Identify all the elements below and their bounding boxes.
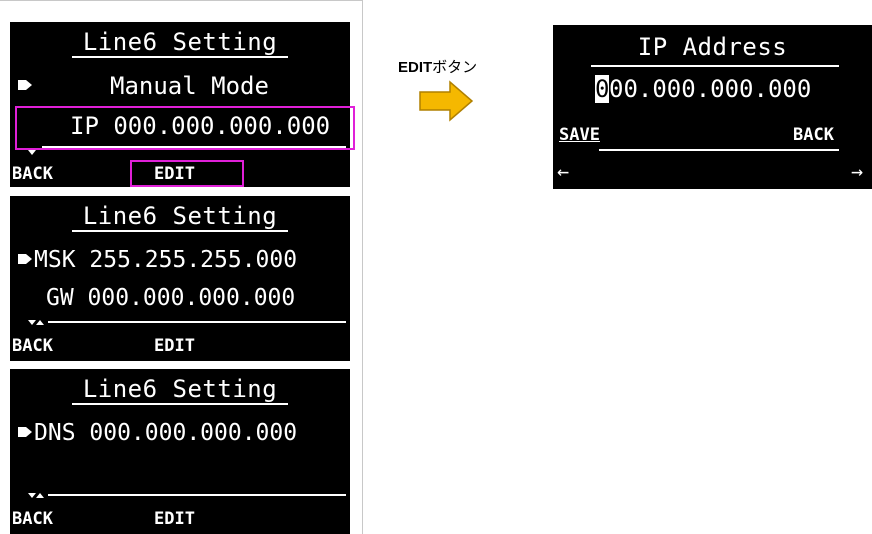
left-arrow-icon[interactable]: ← [557, 161, 569, 181]
gateway-row[interactable]: GW 000.000.000.000 [46, 284, 295, 312]
title-underline [591, 65, 839, 67]
lcd-screen-ip-edit: IP Address 000.000.000.000 SAVE BACK ← → [553, 25, 872, 189]
selection-arrow-icon [18, 254, 32, 264]
edit-button-highlight [130, 160, 244, 187]
selection-arrow-icon [18, 427, 32, 437]
screen-title: Line6 Setting [82, 28, 278, 56]
ip-value-rest: 00.000.000.000 [609, 75, 812, 103]
screen-title: Line6 Setting [82, 375, 278, 403]
caption-bold: EDIT [398, 59, 433, 76]
lcd-screen-dns: Line6 Setting DNS 000.000.000.000 BACK E… [10, 369, 350, 534]
selection-arrow-icon [18, 80, 32, 90]
scroll-down-icon [28, 320, 36, 325]
title-underline [72, 403, 288, 405]
softkey-divider [48, 321, 346, 323]
netmask-row[interactable]: MSK 255.255.255.000 [34, 246, 297, 274]
edit-cursor[interactable]: 0 [595, 75, 609, 103]
back-softkey[interactable]: BACK [12, 336, 53, 356]
right-arrow-icon[interactable]: → [851, 161, 863, 181]
ip-row-highlight [15, 106, 355, 150]
softkey-divider [599, 149, 839, 151]
back-softkey[interactable]: BACK [793, 125, 834, 145]
edit-softkey[interactable]: EDIT [154, 336, 195, 356]
dns-row[interactable]: DNS 000.000.000.000 [34, 419, 297, 447]
back-softkey[interactable]: BACK [12, 509, 53, 529]
caption-rest: ボタン [432, 59, 478, 76]
mode-row[interactable]: Manual Mode [110, 72, 269, 100]
save-softkey[interactable]: SAVE [559, 125, 600, 145]
ip-value-field[interactable]: 000.000.000.000 [595, 75, 811, 103]
scroll-down-icon [28, 493, 36, 498]
title-underline [72, 56, 288, 58]
edit-button-caption: EDITボタン [398, 56, 477, 77]
screen-title: Line6 Setting [82, 202, 278, 230]
scroll-down-icon [28, 150, 36, 155]
screen-title: IP Address [637, 33, 788, 61]
right-arrow-icon [419, 80, 474, 122]
title-underline [72, 230, 288, 232]
edit-softkey[interactable]: EDIT [154, 509, 195, 529]
lcd-screen-netmask: Line6 Setting MSK 255.255.255.000 GW 000… [10, 196, 350, 361]
scroll-up-icon [36, 493, 44, 498]
softkey-divider [48, 494, 346, 496]
back-softkey[interactable]: BACK [12, 164, 53, 184]
scroll-up-icon [36, 320, 44, 325]
